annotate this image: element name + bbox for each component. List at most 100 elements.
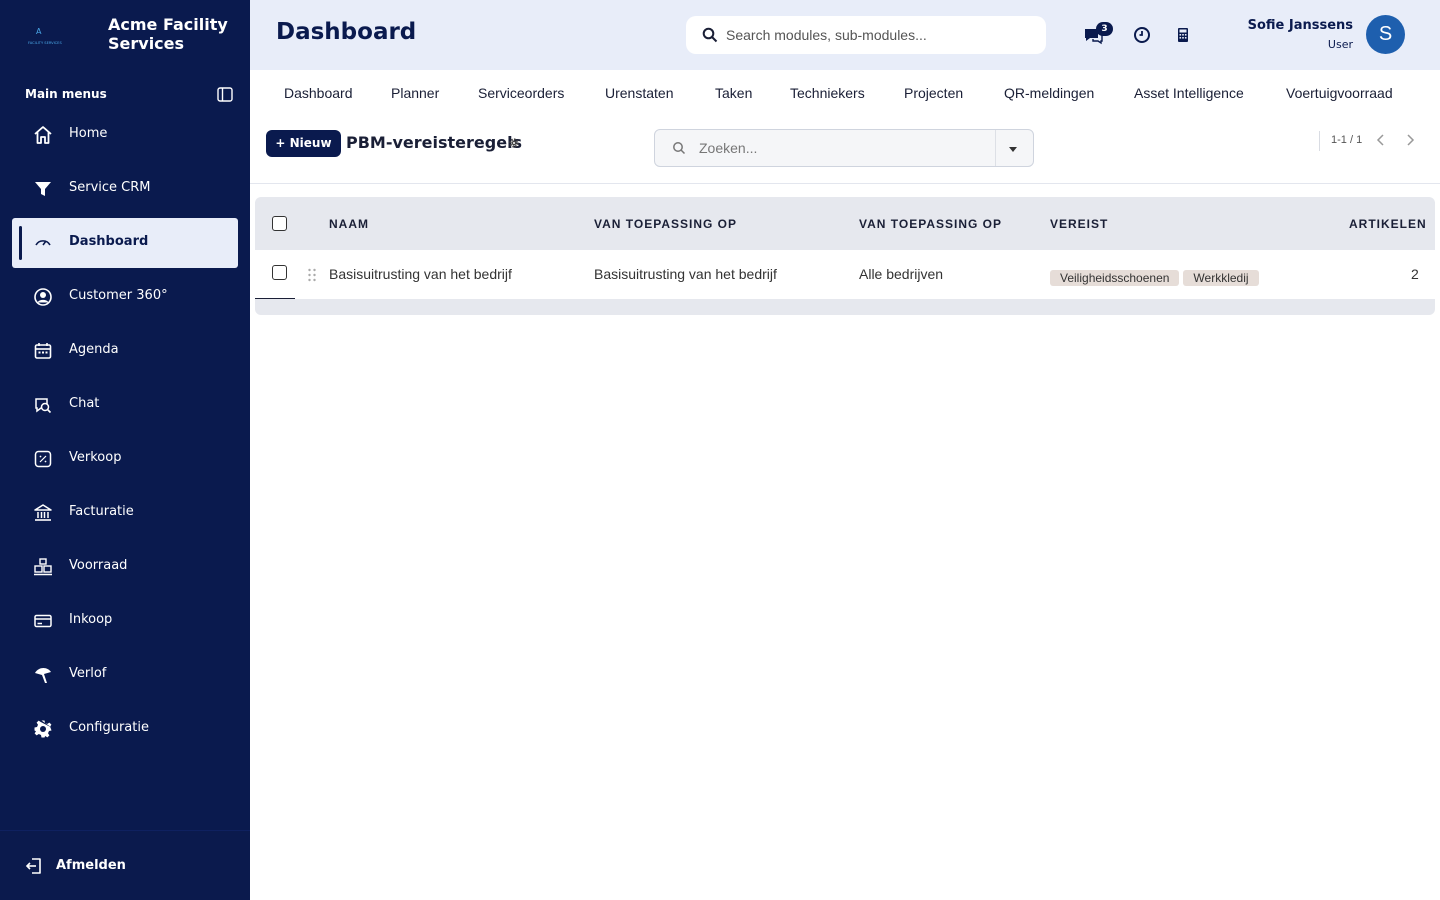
sidebar-item-label: Facturatie bbox=[69, 504, 134, 519]
funnel-icon bbox=[32, 178, 54, 200]
chevron-left-icon[interactable] bbox=[1373, 132, 1389, 148]
sidebar-item-label: Service CRM bbox=[69, 180, 151, 195]
menu-heading: Main menus bbox=[25, 87, 107, 101]
sidebar-item-customer-360[interactable]: Customer 360° bbox=[12, 272, 238, 322]
company-logo: A FACILITY SERVICES bbox=[28, 27, 62, 45]
calculator-icon[interactable] bbox=[1172, 24, 1194, 46]
chat-search-icon bbox=[32, 394, 54, 416]
sidebar-item-configuratie[interactable]: Configuratie bbox=[12, 704, 238, 754]
sidebar-item-verkoop[interactable]: Verkoop bbox=[12, 434, 238, 484]
tab-taken[interactable]: Taken bbox=[715, 85, 752, 101]
svg-text:A: A bbox=[36, 27, 42, 36]
search-icon bbox=[673, 142, 686, 155]
list-title: PBM-vereisteregels bbox=[346, 133, 523, 152]
clock-icon[interactable] bbox=[1131, 24, 1153, 46]
plus-icon: + bbox=[275, 136, 290, 150]
column-naam[interactable]: NAAM bbox=[329, 217, 369, 231]
tab-qr-meldingen[interactable]: QR-meldingen bbox=[1004, 85, 1094, 101]
home-icon bbox=[32, 124, 54, 146]
column-vereist[interactable]: VEREIST bbox=[1050, 217, 1108, 231]
sidebar: A FACILITY SERVICES Acme Facility Servic… bbox=[0, 0, 250, 900]
global-search[interactable] bbox=[686, 16, 1046, 54]
sidebar-item-voorraad[interactable]: Voorraad bbox=[12, 542, 238, 592]
pager-range: 1-1 / 1 bbox=[1331, 134, 1363, 146]
tab-projecten[interactable]: Projecten bbox=[904, 85, 963, 101]
column-van-toepassing-op-2[interactable]: VAN TOEPASSING OP bbox=[859, 217, 1002, 231]
user-name: Sofie Janssens bbox=[1247, 18, 1353, 33]
tab-asset-intelligence[interactable]: Asset Intelligence bbox=[1134, 85, 1244, 101]
inventory-icon bbox=[32, 556, 54, 578]
chevron-right-icon[interactable] bbox=[1402, 132, 1418, 148]
sidebar-item-inkoop[interactable]: Inkoop bbox=[12, 596, 238, 646]
new-button-label: Nieuw bbox=[289, 136, 332, 150]
cell-naam: Basisuitrusting van het bedrijf bbox=[329, 266, 512, 282]
user-role: User bbox=[1327, 38, 1353, 51]
settings-gear-icon[interactable] bbox=[509, 138, 519, 148]
sidebar-item-verlof[interactable]: Verlof bbox=[12, 650, 238, 700]
calendar-icon bbox=[32, 340, 54, 362]
sidebar-item-chat[interactable]: Chat bbox=[12, 380, 238, 430]
list-search-input[interactable] bbox=[699, 130, 989, 166]
column-artikelen[interactable]: ARTIKELEN bbox=[1349, 217, 1427, 231]
top-header: Dashboard 3 Sofie Janssens User S bbox=[250, 0, 1440, 70]
user-circle-icon bbox=[32, 286, 54, 308]
sidebar-item-label: Verlof bbox=[69, 666, 107, 681]
sidebar-item-label: Verkoop bbox=[69, 450, 122, 465]
leave-icon bbox=[32, 664, 54, 686]
logout-icon bbox=[25, 858, 41, 874]
sidebar-item-label: Inkoop bbox=[69, 612, 113, 627]
sidebar-item-facturatie[interactable]: Facturatie bbox=[12, 488, 238, 538]
percent-icon bbox=[32, 448, 54, 470]
page-title: Dashboard bbox=[276, 19, 417, 45]
tab-serviceorders[interactable]: Serviceorders bbox=[478, 85, 564, 101]
sidebar-item-service-crm[interactable]: Service CRM bbox=[12, 164, 238, 214]
brand[interactable]: A FACILITY SERVICES Acme Facility Servic… bbox=[0, 0, 250, 72]
chat-count-badge: 3 bbox=[1096, 22, 1113, 36]
select-all-checkbox[interactable] bbox=[272, 216, 287, 231]
cell-van-toepassing-op-2: Alle bedrijven bbox=[859, 266, 944, 282]
new-button[interactable]: + Nieuw bbox=[266, 130, 341, 157]
bank-icon bbox=[32, 502, 54, 524]
drag-handle-icon[interactable] bbox=[307, 268, 317, 282]
brand-name: Acme Facility Services bbox=[108, 15, 228, 53]
avatar[interactable]: S bbox=[1366, 15, 1405, 54]
sidebar-item-label: Voorraad bbox=[69, 558, 128, 573]
sidebar-item-label: Chat bbox=[69, 396, 100, 411]
tab-dashboard[interactable]: Dashboard bbox=[284, 85, 353, 101]
main-menu: Home Service CRM Dashboard Customer 360°… bbox=[12, 110, 238, 758]
sidebar-collapse-icon[interactable] bbox=[217, 87, 233, 102]
gauge-icon bbox=[32, 232, 54, 254]
column-van-toepassing-op[interactable]: VAN TOEPASSING OP bbox=[594, 217, 737, 231]
sidebar-item-label: Configuratie bbox=[69, 720, 149, 735]
tab-urenstaten[interactable]: Urenstaten bbox=[605, 85, 673, 101]
table-header: NAAM VAN TOEPASSING OP VAN TOEPASSING OP… bbox=[255, 197, 1435, 250]
sidebar-item-agenda[interactable]: Agenda bbox=[12, 326, 238, 376]
tab-planner[interactable]: Planner bbox=[391, 85, 439, 101]
module-tabs: Dashboard Planner Serviceorders Urenstat… bbox=[250, 70, 1440, 116]
cell-artikelen: 2 bbox=[1411, 266, 1419, 282]
table-row[interactable]: Basisuitrusting van het bedrijf Basisuit… bbox=[255, 250, 1435, 299]
records-table: NAAM VAN TOEPASSING OP VAN TOEPASSING OP… bbox=[255, 197, 1435, 315]
row-checkbox[interactable] bbox=[272, 265, 287, 280]
cell-vereist: Veiligheidsschoenen Werkkledij bbox=[1050, 267, 1263, 286]
sidebar-item-dashboard[interactable]: Dashboard bbox=[12, 218, 238, 268]
pager-divider bbox=[1319, 131, 1320, 151]
tab-voertuigvoorraad[interactable]: Voertuigvoorraad bbox=[1286, 85, 1393, 101]
gear-icon bbox=[32, 718, 54, 740]
sidebar-item-label: Home bbox=[69, 126, 108, 141]
sidebar-item-label: Agenda bbox=[69, 342, 119, 357]
list-toolbar: + Nieuw PBM-vereisteregels 1-1 / 1 bbox=[250, 116, 1440, 184]
svg-text:FACILITY SERVICES: FACILITY SERVICES bbox=[28, 41, 62, 45]
search-divider bbox=[995, 130, 996, 166]
caret-down-icon[interactable] bbox=[1007, 144, 1019, 154]
logout-label: Afmelden bbox=[56, 858, 126, 873]
card-icon bbox=[32, 610, 54, 632]
sidebar-item-label: Dashboard bbox=[69, 234, 149, 249]
global-search-input[interactable] bbox=[726, 16, 1036, 54]
sidebar-item-home[interactable]: Home bbox=[12, 110, 238, 160]
search-icon bbox=[702, 27, 718, 43]
list-search[interactable] bbox=[654, 129, 1034, 167]
tab-technieker-s[interactable]: Technieker­s bbox=[790, 85, 865, 101]
vereist-tag: Veiligheidsschoenen bbox=[1050, 270, 1180, 286]
logout-button[interactable]: Afmelden bbox=[0, 830, 250, 900]
